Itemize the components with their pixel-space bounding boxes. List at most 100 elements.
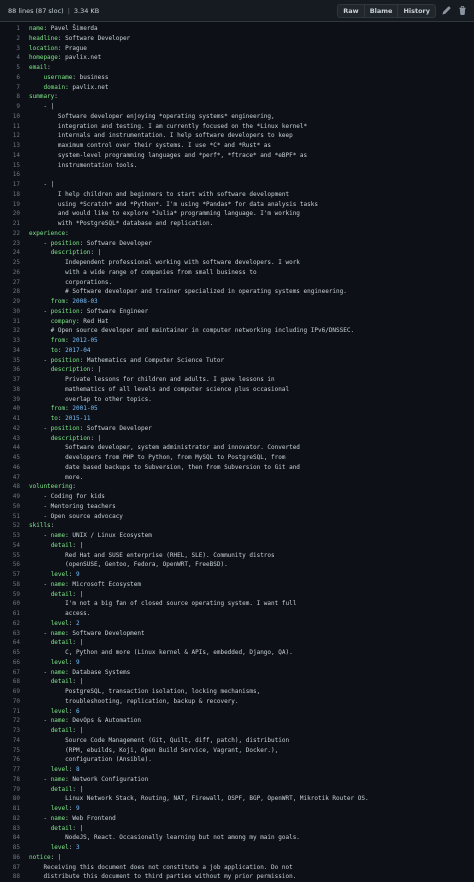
- line-number[interactable]: 34: [0, 346, 29, 356]
- line-number[interactable]: 16: [0, 170, 29, 180]
- line-text: detail: |: [50, 824, 84, 832]
- blame-button[interactable]: Blame: [363, 3, 399, 18]
- line-number[interactable]: 31: [0, 317, 29, 327]
- line-number[interactable]: 11: [0, 122, 29, 132]
- line-number[interactable]: 38: [0, 385, 29, 395]
- line-number[interactable]: 47: [0, 473, 29, 483]
- line-number[interactable]: 8: [0, 92, 29, 102]
- line-number[interactable]: 21: [0, 219, 29, 229]
- line-number[interactable]: 77: [0, 765, 29, 775]
- line-number[interactable]: 14: [0, 151, 29, 161]
- history-button[interactable]: History: [397, 3, 436, 18]
- line-number[interactable]: 68: [0, 677, 29, 687]
- line-number[interactable]: 15: [0, 161, 29, 171]
- line-number[interactable]: 66: [0, 658, 29, 668]
- line-number[interactable]: 39: [0, 395, 29, 405]
- line-number[interactable]: 73: [0, 726, 29, 736]
- line-number[interactable]: 9: [0, 102, 29, 112]
- line-number[interactable]: 72: [0, 716, 29, 726]
- code-line: 71 level: 6: [0, 707, 474, 717]
- line-number[interactable]: 37: [0, 375, 29, 385]
- line-number[interactable]: 25: [0, 258, 29, 268]
- line-number[interactable]: 2: [0, 34, 29, 44]
- raw-button[interactable]: Raw: [337, 3, 365, 18]
- line-number[interactable]: 7: [0, 83, 29, 93]
- line-number[interactable]: 75: [0, 746, 29, 756]
- line-number[interactable]: 80: [0, 794, 29, 804]
- line-number[interactable]: 60: [0, 599, 29, 609]
- line-number[interactable]: 28: [0, 287, 29, 297]
- line-number[interactable]: 61: [0, 609, 29, 619]
- line-number[interactable]: 45: [0, 453, 29, 463]
- line-number[interactable]: 84: [0, 833, 29, 843]
- line-number[interactable]: 54: [0, 541, 29, 551]
- line-number[interactable]: 64: [0, 638, 29, 648]
- line-number[interactable]: 44: [0, 443, 29, 453]
- line-number[interactable]: 49: [0, 492, 29, 502]
- line-number[interactable]: 36: [0, 365, 29, 375]
- line-number[interactable]: 23: [0, 239, 29, 249]
- line-number[interactable]: 40: [0, 404, 29, 414]
- line-number[interactable]: 50: [0, 502, 29, 512]
- code-line: 77 level: 8: [0, 765, 474, 775]
- line-text: level: 3: [50, 844, 80, 851]
- line-number[interactable]: 57: [0, 570, 29, 580]
- line-number[interactable]: 12: [0, 131, 29, 141]
- line-number[interactable]: 67: [0, 668, 29, 678]
- line-number[interactable]: 82: [0, 814, 29, 824]
- line-text: description: |: [50, 434, 102, 442]
- line-number[interactable]: 55: [0, 551, 29, 561]
- line-number[interactable]: 3: [0, 44, 29, 54]
- line-text: - name: Web Frontend: [29, 814, 116, 822]
- line-number[interactable]: 17: [0, 180, 29, 190]
- line-number[interactable]: 32: [0, 326, 29, 336]
- pencil-icon[interactable]: [440, 5, 452, 17]
- line-number[interactable]: 53: [0, 531, 29, 541]
- line-number[interactable]: 18: [0, 190, 29, 200]
- line-number[interactable]: 19: [0, 200, 29, 210]
- line-number[interactable]: 33: [0, 336, 29, 346]
- line-number[interactable]: 81: [0, 804, 29, 814]
- line-number[interactable]: 69: [0, 687, 29, 697]
- line-number[interactable]: 6: [0, 73, 29, 83]
- line-number[interactable]: 43: [0, 434, 29, 444]
- line-number[interactable]: 4: [0, 53, 29, 63]
- line-number[interactable]: 74: [0, 736, 29, 746]
- line-number[interactable]: 10: [0, 112, 29, 122]
- code-line: 48 volunteering:: [0, 482, 474, 492]
- line-text: - position: Software Engineer: [29, 307, 149, 315]
- line-number[interactable]: 86: [0, 853, 29, 863]
- line-number[interactable]: 13: [0, 141, 29, 151]
- line-number[interactable]: 35: [0, 356, 29, 366]
- line-number[interactable]: 1: [0, 24, 29, 34]
- line-number[interactable]: 63: [0, 629, 29, 639]
- line-number[interactable]: 52: [0, 521, 29, 531]
- line-number[interactable]: 87: [0, 863, 29, 873]
- line-number[interactable]: 26: [0, 268, 29, 278]
- line-number[interactable]: 48: [0, 482, 29, 492]
- line-number[interactable]: 42: [0, 424, 29, 434]
- line-number[interactable]: 27: [0, 278, 29, 288]
- line-number[interactable]: 71: [0, 707, 29, 717]
- line-number[interactable]: 56: [0, 560, 29, 570]
- line-number[interactable]: 41: [0, 414, 29, 424]
- line-number[interactable]: 58: [0, 580, 29, 590]
- line-number[interactable]: 5: [0, 63, 29, 73]
- line-number[interactable]: 30: [0, 307, 29, 317]
- line-number[interactable]: 79: [0, 785, 29, 795]
- line-number[interactable]: 46: [0, 463, 29, 473]
- line-number[interactable]: 29: [0, 297, 29, 307]
- line-number[interactable]: 65: [0, 648, 29, 658]
- line-number[interactable]: 51: [0, 512, 29, 522]
- line-number[interactable]: 62: [0, 619, 29, 629]
- line-number[interactable]: 83: [0, 824, 29, 834]
- line-number[interactable]: 76: [0, 755, 29, 765]
- line-number[interactable]: 24: [0, 248, 29, 258]
- line-number[interactable]: 85: [0, 843, 29, 853]
- line-number[interactable]: 70: [0, 697, 29, 707]
- trash-icon[interactable]: [456, 5, 468, 17]
- line-number[interactable]: 59: [0, 590, 29, 600]
- line-number[interactable]: 20: [0, 209, 29, 219]
- line-number[interactable]: 78: [0, 775, 29, 785]
- line-number[interactable]: 22: [0, 229, 29, 239]
